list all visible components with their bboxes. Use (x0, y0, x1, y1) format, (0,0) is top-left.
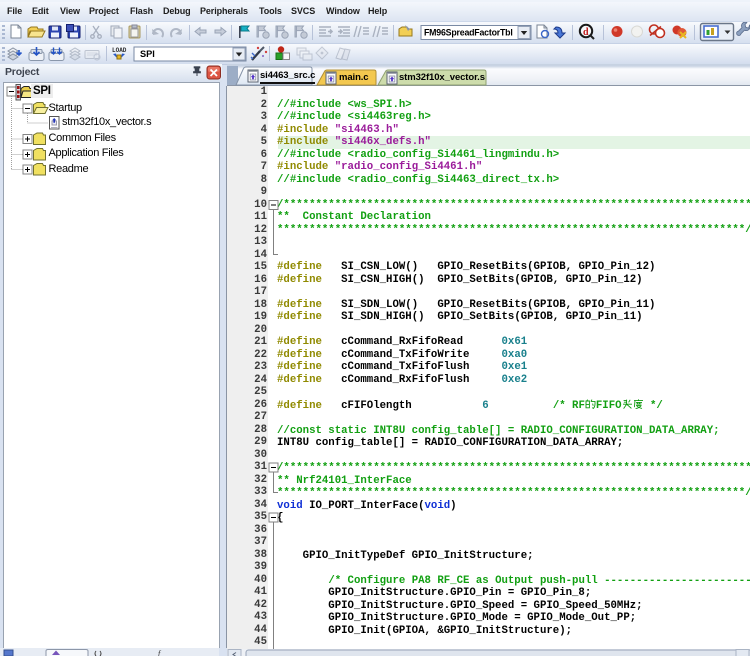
svg-text:d: d (583, 27, 589, 38)
svg-text:FM96SpreadFactorTbl: FM96SpreadFactorTbl (424, 28, 513, 38)
svg-text:LOAD: LOAD (112, 47, 127, 54)
svg-text:SPI: SPI (140, 49, 155, 59)
